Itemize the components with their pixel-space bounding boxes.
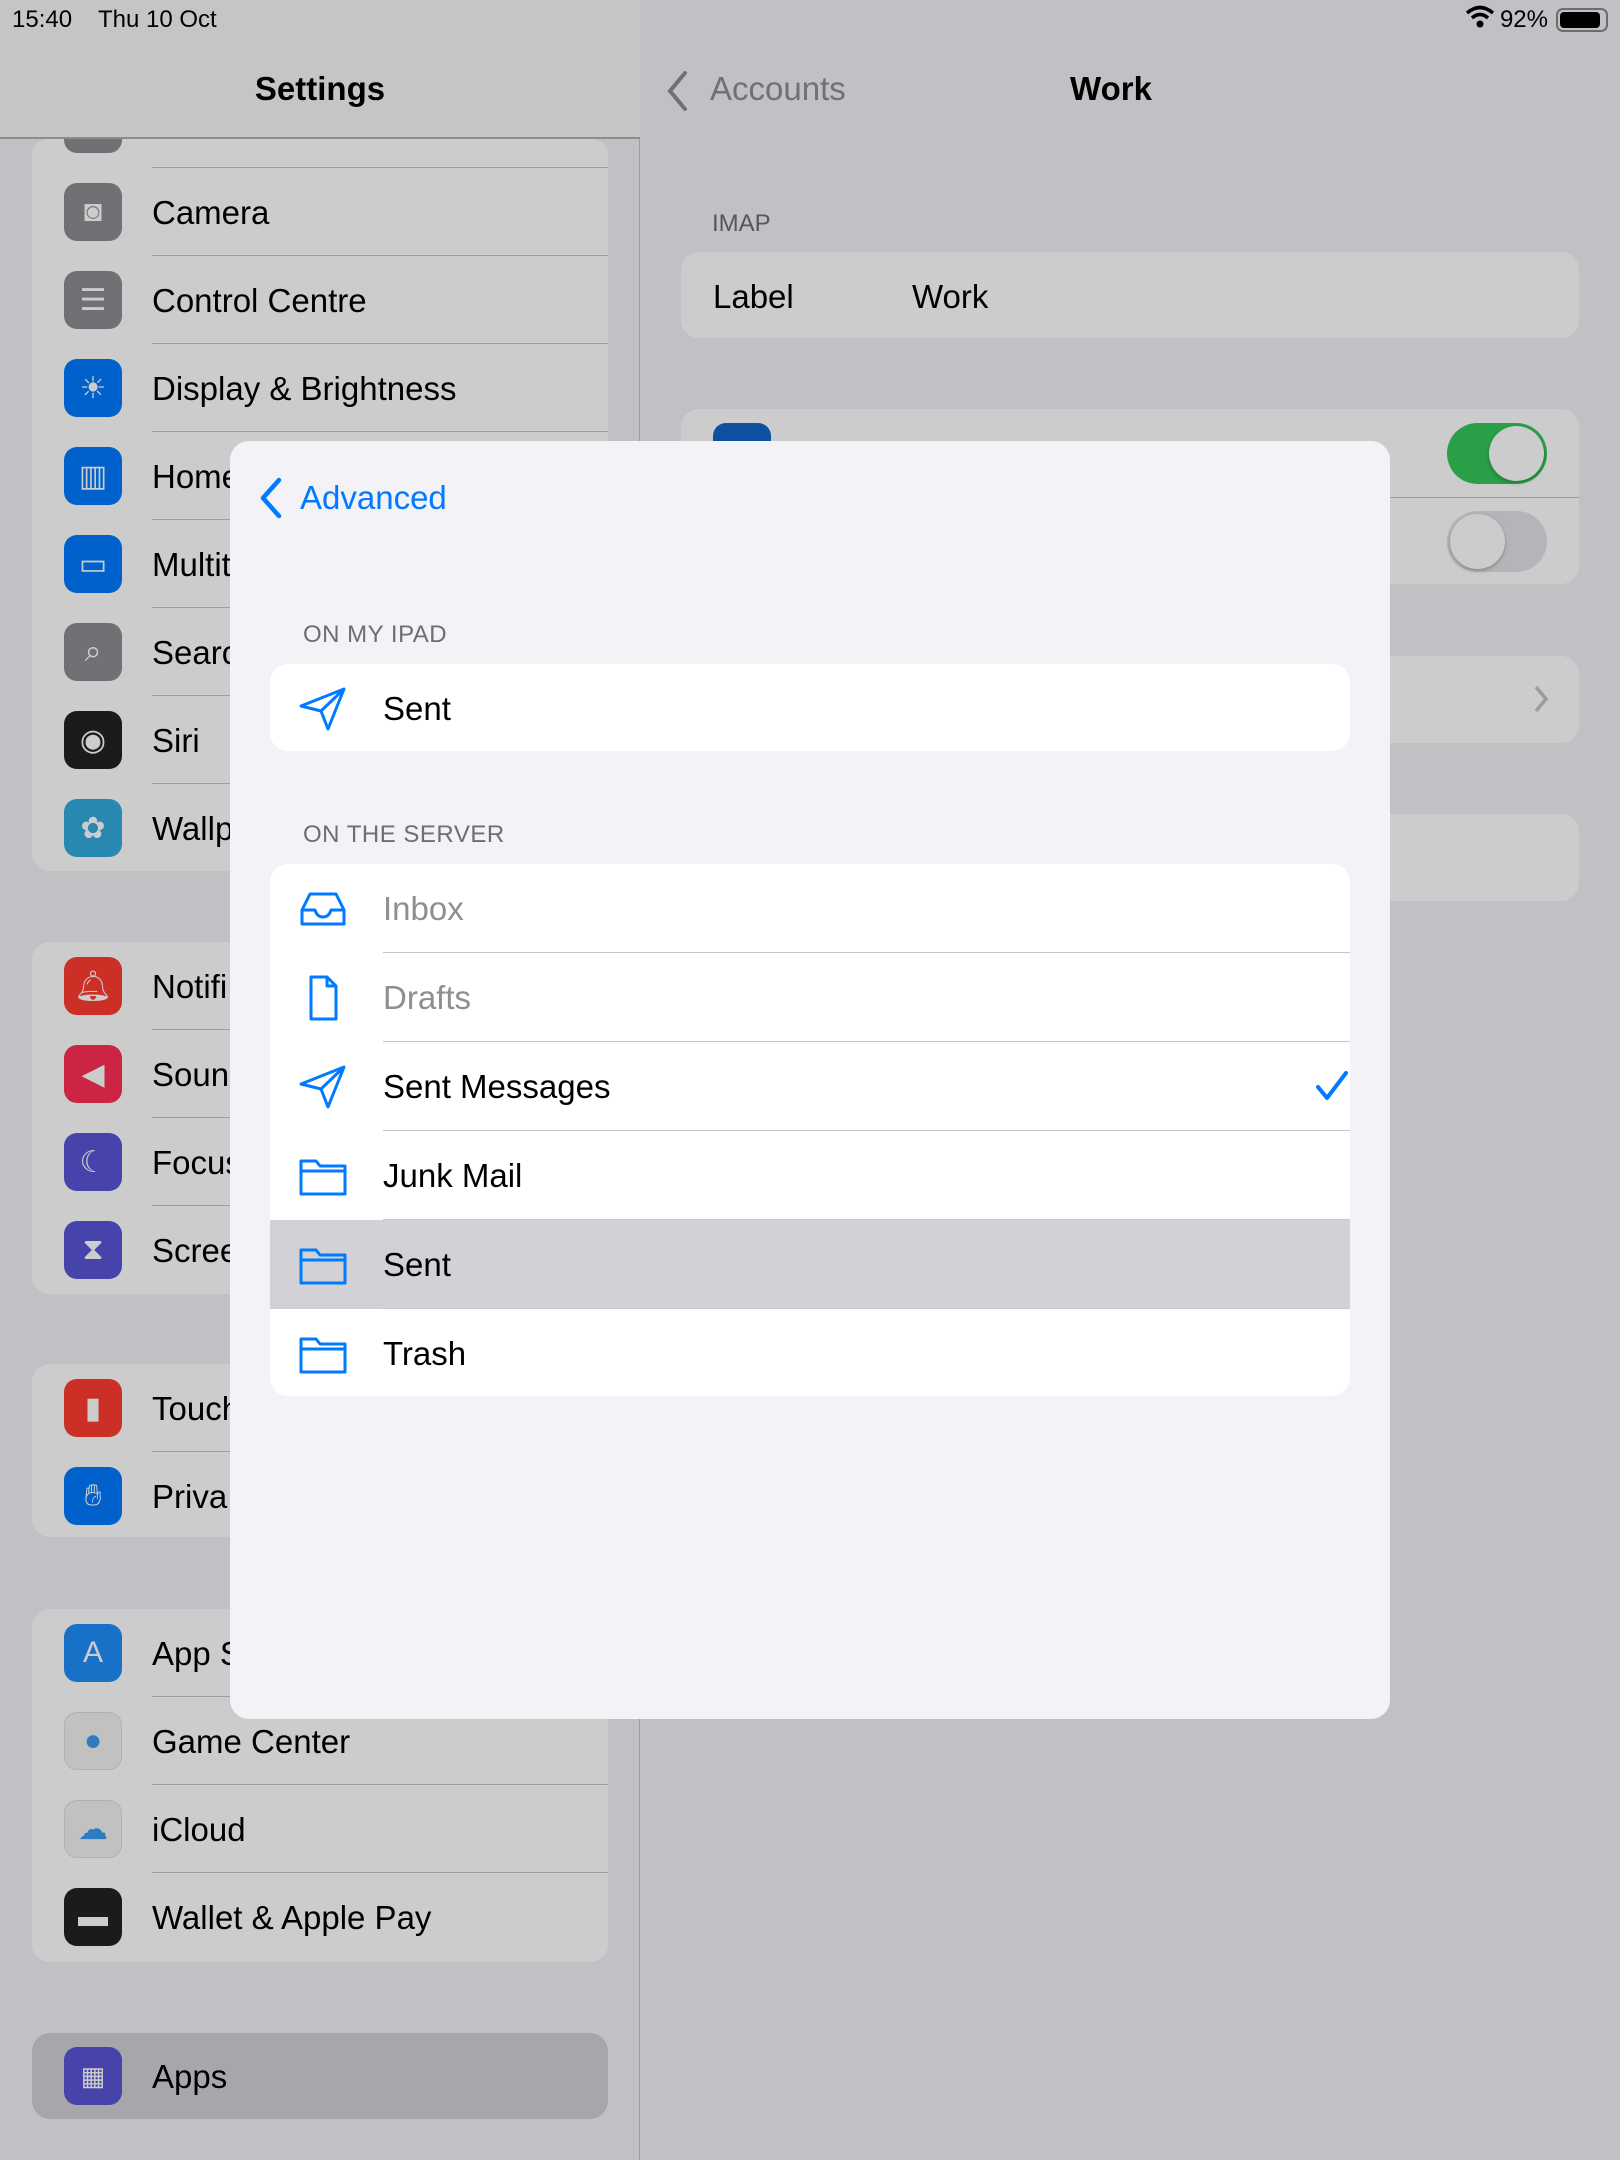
- back-advanced-button[interactable]: Advanced: [300, 479, 447, 517]
- checkmark-icon: [1316, 1071, 1348, 1100]
- back-chevron-icon[interactable]: [257, 476, 285, 520]
- local-mailbox-group: Sent: [270, 664, 1350, 751]
- section-header-on-the-server: ON THE SERVER: [303, 821, 505, 848]
- mailbox-label: Drafts: [383, 979, 472, 1016]
- document-icon: [298, 975, 348, 1021]
- mailbox-row[interactable]: Trash: [270, 1309, 1350, 1396]
- mailbox-label: Sent Messages: [383, 1068, 611, 1105]
- mailbox-row: Drafts: [270, 953, 1350, 1042]
- mailbox-picker-modal: Advanced ON MY IPAD Sent ON THE SERVER I…: [230, 441, 1390, 1719]
- server-mailbox-group: Inbox Drafts Sent Messages Junk Mail Sent Tra…: [270, 864, 1350, 1396]
- tray-icon: [298, 886, 348, 932]
- folder-icon: [298, 1331, 348, 1377]
- section-header-on-my-ipad: ON MY IPAD: [303, 621, 448, 648]
- mailbox-row[interactable]: Sent: [270, 1220, 1350, 1309]
- mailbox-label: Sent: [383, 1246, 451, 1283]
- mailbox-row[interactable]: Sent Messages: [270, 1042, 1350, 1131]
- mailbox-row: Inbox: [270, 864, 1350, 953]
- paper-plane-icon: [298, 686, 348, 732]
- mailbox-label: Sent: [383, 690, 451, 727]
- folder-icon: [298, 1242, 348, 1288]
- mailbox-label: Inbox: [383, 890, 464, 927]
- paper-plane-icon: [298, 1064, 348, 1110]
- folder-icon: [298, 1153, 348, 1199]
- mailbox-row[interactable]: Sent: [270, 664, 1350, 751]
- mailbox-label: Trash: [383, 1335, 467, 1372]
- mailbox-row[interactable]: Junk Mail: [270, 1131, 1350, 1220]
- mailbox-label: Junk Mail: [383, 1157, 523, 1194]
